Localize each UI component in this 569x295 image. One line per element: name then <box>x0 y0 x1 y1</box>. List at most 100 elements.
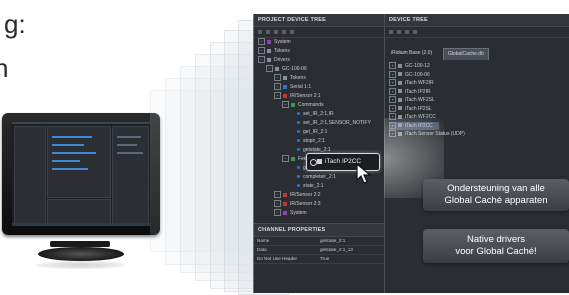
expand-toggle-icon[interactable] <box>290 111 295 116</box>
device-list-item-label: iTach IP2SL <box>405 105 432 112</box>
partial-heading: g: n <box>0 0 40 90</box>
up-icon[interactable] <box>274 30 278 34</box>
project-tree-item[interactable]: − IR/Sensor 2:3 <box>274 200 321 208</box>
node-icon <box>297 121 300 125</box>
expand-toggle-icon[interactable]: + <box>389 104 396 112</box>
screen-menubar <box>12 122 150 124</box>
expand-icon <box>310 159 317 166</box>
expand-toggle-icon[interactable] <box>290 120 295 125</box>
device-icon <box>398 97 402 102</box>
project-tree-item[interactable]: − System <box>274 209 307 217</box>
project-tree-item[interactable]: − System <box>258 38 291 46</box>
callout-support-line2: Global Caché apparaten <box>444 195 548 206</box>
project-tree-item-label: Drivers <box>274 57 290 63</box>
callout-native-drivers: Native drivers voor Global Caché! <box>423 229 569 263</box>
project-tree-item[interactable]: completeir_2:1 <box>290 173 336 181</box>
property-row[interactable]: Name getstate_2:1 <box>254 237 384 246</box>
node-icon <box>283 84 287 89</box>
expand-toggle-icon[interactable] <box>290 129 295 134</box>
expand-toggle-icon[interactable] <box>290 174 295 179</box>
screen-line <box>52 144 84 146</box>
expand-toggle-icon[interactable]: − <box>282 101 289 109</box>
expand-toggle-icon[interactable]: + <box>389 87 396 95</box>
device-icon <box>398 63 402 68</box>
project-tree-item-label: Tokens <box>274 48 290 54</box>
node-icon <box>275 66 279 71</box>
property-value[interactable]: getstate_2:1_13 <box>320 246 353 254</box>
project-tree-item[interactable]: − Drivers <box>258 56 290 64</box>
remove-icon[interactable] <box>266 30 270 34</box>
expand-toggle-icon[interactable]: − <box>274 74 281 82</box>
expand-toggle-icon[interactable]: + <box>389 62 396 70</box>
node-icon <box>283 75 287 80</box>
project-tree-item-label: IR/Sensor 2:2 <box>290 192 321 198</box>
expand-toggle-icon[interactable]: − <box>282 155 289 163</box>
property-value[interactable]: getstate_2:1 <box>320 237 345 245</box>
monitor-shadow <box>36 261 126 269</box>
project-tree-item[interactable]: stopir_2:1 <box>290 137 325 145</box>
expand-toggle-icon[interactable]: − <box>274 191 281 199</box>
property-row[interactable]: Data getstate_2:1_13 <box>254 246 384 255</box>
tab-iridium-base[interactable]: iRidium Base (2.0) <box>387 48 436 59</box>
device-list-item-label: iTach WF2SL <box>405 97 435 103</box>
settings-icon[interactable] <box>290 30 294 34</box>
project-tree-item-label: IR/Sensor 2:3 <box>290 201 321 207</box>
expand-toggle-icon[interactable]: − <box>274 92 281 100</box>
device-list-item[interactable]: + iTach WF2SL <box>389 96 435 104</box>
expand-toggle-icon[interactable] <box>290 183 295 188</box>
tab-globalcache-db[interactable]: GlobalCache.db <box>443 48 489 60</box>
collapse-icon[interactable] <box>397 30 401 34</box>
node-icon <box>283 93 287 98</box>
screen-panel <box>14 126 46 224</box>
expand-toggle-icon[interactable]: + <box>389 96 396 104</box>
refresh-icon[interactable] <box>413 30 417 34</box>
project-tree-item[interactable]: − Commands <box>282 101 324 109</box>
project-tree-item[interactable]: set_IR_2:1,SENSOR_NOTIFY <box>290 119 371 127</box>
expand-toggle-icon[interactable] <box>290 147 295 152</box>
expand-toggle-icon[interactable]: − <box>258 47 265 55</box>
expand-toggle-icon[interactable]: + <box>389 79 396 87</box>
expand-toggle-icon[interactable] <box>290 138 295 143</box>
device-icon <box>398 80 402 85</box>
screen-line <box>117 152 143 154</box>
node-icon <box>297 184 300 188</box>
property-value[interactable]: True <box>320 255 329 263</box>
expand-icon[interactable] <box>389 30 393 34</box>
expand-toggle-icon[interactable]: − <box>274 83 281 91</box>
callout-support-line1: Ondersteuning van alle <box>447 183 545 194</box>
device-list-item[interactable]: + iTach IP2IR <box>389 87 431 96</box>
expand-toggle-icon[interactable]: − <box>274 200 281 208</box>
expand-toggle-icon[interactable]: − <box>258 38 265 46</box>
device-list-item[interactable]: + iTach WF2IR <box>389 79 434 87</box>
expand-toggle-icon[interactable]: + <box>389 70 396 78</box>
device-list-item[interactable]: + iTach IP2SL <box>389 104 432 113</box>
project-tree-item[interactable]: − IR/Sensor 2:2 <box>274 191 321 199</box>
project-tree-item[interactable]: − Serial 1:1 <box>274 83 311 91</box>
project-tree-item[interactable]: − GC-100-06 <box>266 65 307 73</box>
device-icon <box>398 72 402 77</box>
channel-properties-pane: CHANNEL PROPERTIES Name getstate_2:1 Data g… <box>254 223 384 293</box>
device-list-item[interactable]: + GC-100-06 <box>389 70 430 79</box>
filter-icon[interactable] <box>405 30 409 34</box>
down-icon[interactable] <box>282 30 286 34</box>
project-tree-item-label: state_2:1 <box>303 183 324 189</box>
project-tree-header: PROJECT DEVICE TREE <box>254 14 384 27</box>
expand-toggle-icon[interactable]: − <box>266 65 273 73</box>
device-list-item[interactable]: + GC-100-12 <box>389 62 430 70</box>
callout-support: Ondersteuning van alle Global Caché appa… <box>423 179 569 211</box>
project-tree-item-label: set_IR_2:1,SENSOR_NOTIFY <box>303 120 371 126</box>
node-icon <box>283 210 287 215</box>
property-row[interactable]: Do Not Use Header True <box>254 255 384 264</box>
node-icon <box>267 39 271 44</box>
project-tree-item[interactable]: get_IR_2:1 <box>290 128 327 136</box>
project-tree-item[interactable]: set_IR_2:1,IR <box>290 110 334 118</box>
project-tree-item[interactable]: − Tokens <box>258 47 290 55</box>
project-tree-item[interactable]: − Tokens <box>274 74 306 82</box>
expand-toggle-icon[interactable] <box>290 165 295 170</box>
project-tree-item[interactable]: − IR/Sensor 2:1 <box>274 92 321 100</box>
expand-toggle-icon[interactable]: − <box>258 56 265 64</box>
expand-toggle-icon[interactable]: − <box>274 209 281 217</box>
add-icon[interactable] <box>258 30 262 34</box>
project-tree-item[interactable]: state_2:1 <box>290 182 324 190</box>
project-tree-item-label: set_IR_2:1,IR <box>303 111 334 117</box>
